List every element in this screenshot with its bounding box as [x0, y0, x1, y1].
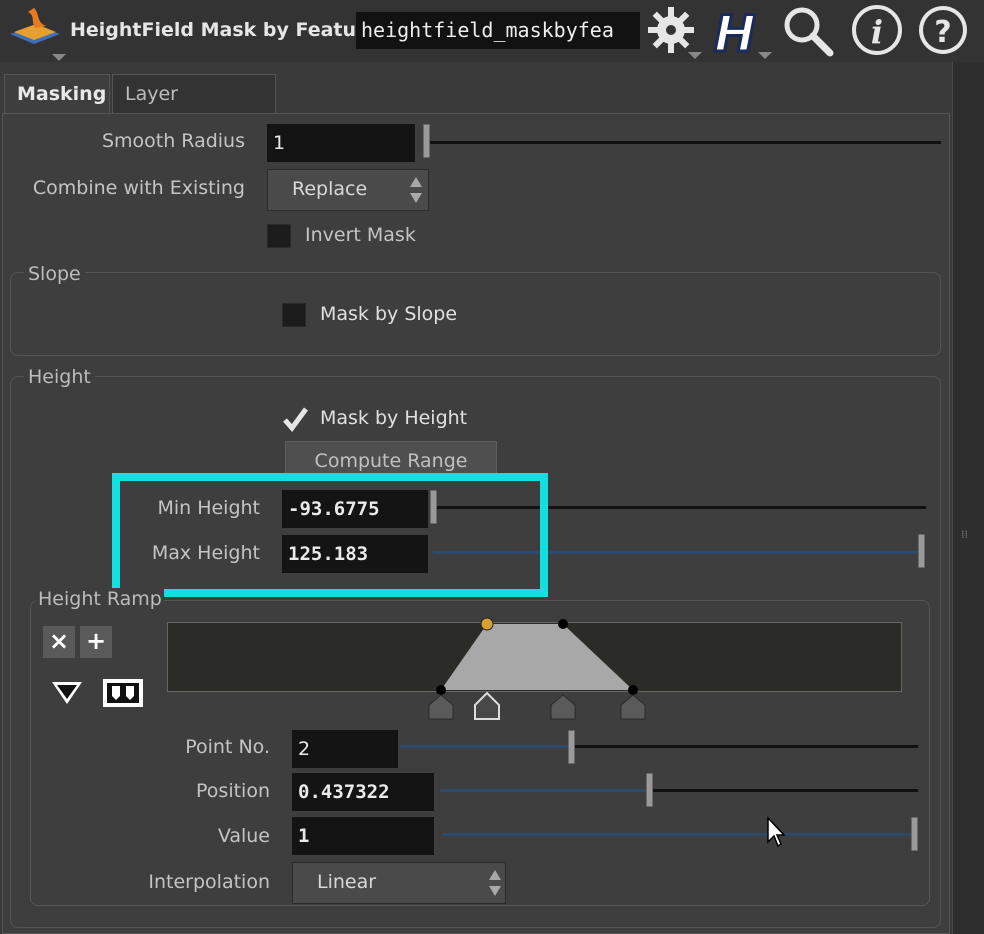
- smooth-radius-slider-handle[interactable]: [423, 124, 430, 158]
- combine-dropdown[interactable]: Replace: [267, 169, 429, 211]
- ramp-key-marker[interactable]: [550, 694, 576, 720]
- gear-icon[interactable]: [644, 3, 698, 57]
- combine-dropdown-value: Replace: [292, 178, 368, 200]
- interpolation-dropdown[interactable]: Linear: [292, 862, 506, 904]
- position-slider[interactable]: [650, 789, 918, 792]
- search-icon[interactable]: [780, 3, 834, 57]
- node-type-icon[interactable]: [6, 4, 64, 52]
- smooth-radius-field[interactable]: 1: [267, 124, 415, 162]
- slope-group-title: Slope: [24, 263, 85, 285]
- value-field[interactable]: 1: [292, 817, 434, 855]
- add-point-button[interactable]: +: [80, 626, 112, 658]
- invert-mask-label: Invert Mask: [305, 224, 416, 246]
- ramp-key-marker[interactable]: [428, 694, 454, 720]
- remove-point-button[interactable]: ×: [43, 626, 75, 658]
- ramp-key-marker-selected[interactable]: [474, 691, 500, 720]
- point-no-field[interactable]: 2: [292, 730, 398, 768]
- position-label: Position: [196, 780, 270, 802]
- position-slider-fill[interactable]: [440, 789, 650, 792]
- ramp-presets-icon[interactable]: [102, 678, 144, 708]
- max-height-slider-handle[interactable]: [918, 534, 925, 568]
- chevron-down-icon[interactable]: [758, 52, 772, 59]
- resize-grip-icon[interactable]: ⁞⁞: [961, 528, 971, 541]
- mouse-cursor-icon: [767, 816, 786, 848]
- ramp-point-3[interactable]: [558, 619, 568, 629]
- scrollbar[interactable]: [952, 62, 984, 934]
- node-name-field[interactable]: heightfield_maskbyfea: [356, 12, 640, 49]
- tab-masking[interactable]: Masking: [4, 74, 110, 114]
- ramp-curve[interactable]: [167, 615, 902, 725]
- ramp-point-4[interactable]: [628, 685, 638, 695]
- position-slider-handle[interactable]: [646, 773, 653, 807]
- interpolation-dropdown-value: Linear: [317, 871, 377, 893]
- point-no-label: Point No.: [185, 736, 270, 758]
- houdini-h-icon[interactable]: H: [710, 3, 764, 58]
- position-field[interactable]: 0.437322: [292, 773, 434, 811]
- invert-mask-checkbox[interactable]: [267, 224, 291, 248]
- slope-group: [10, 272, 941, 356]
- tab-layer-bindings[interactable]: Layer Bindings: [112, 74, 276, 143]
- smooth-radius-label: Smooth Radius: [101, 130, 245, 152]
- chevron-down-icon[interactable]: [52, 54, 66, 61]
- ramp-point-1[interactable]: [436, 685, 446, 695]
- parameter-header: HeightField Mask by Feature heightfield_…: [0, 0, 984, 62]
- info-icon[interactable]: i: [850, 3, 904, 57]
- mask-by-height-label: Mask by Height: [320, 407, 468, 429]
- mask-by-height-checkbox[interactable]: [282, 406, 308, 432]
- point-no-slider[interactable]: [572, 745, 918, 748]
- svg-text:i: i: [871, 13, 883, 51]
- ramp-menu-icon[interactable]: [50, 680, 84, 706]
- svg-text:?: ?: [934, 15, 951, 50]
- highlight-box: [112, 473, 548, 597]
- height-group-title: Height: [24, 366, 95, 388]
- dropdown-spinner-icon: [410, 177, 422, 203]
- point-no-slider-fill[interactable]: [400, 745, 572, 748]
- help-icon[interactable]: ?: [916, 3, 970, 57]
- node-type-label: HeightField Mask by Feature: [70, 19, 379, 41]
- height-ramp-title: Height Ramp: [36, 588, 164, 610]
- value-slider-handle[interactable]: [911, 817, 918, 851]
- ramp-point-2-selected[interactable]: [480, 617, 494, 631]
- value-slider-fill[interactable]: [442, 833, 914, 836]
- dropdown-spinner-icon: [489, 870, 501, 896]
- ramp-key-marker[interactable]: [620, 694, 646, 720]
- value-label: Value: [217, 825, 270, 847]
- svg-text:H: H: [714, 5, 756, 57]
- chevron-down-icon[interactable]: [688, 52, 702, 59]
- combine-label: Combine with Existing: [32, 177, 245, 199]
- mask-by-slope-label: Mask by Slope: [320, 303, 458, 325]
- smooth-radius-slider[interactable]: [426, 141, 941, 144]
- mask-by-slope-checkbox[interactable]: [282, 303, 306, 327]
- point-no-slider-handle[interactable]: [568, 730, 575, 764]
- interpolation-label: Interpolation: [148, 871, 270, 893]
